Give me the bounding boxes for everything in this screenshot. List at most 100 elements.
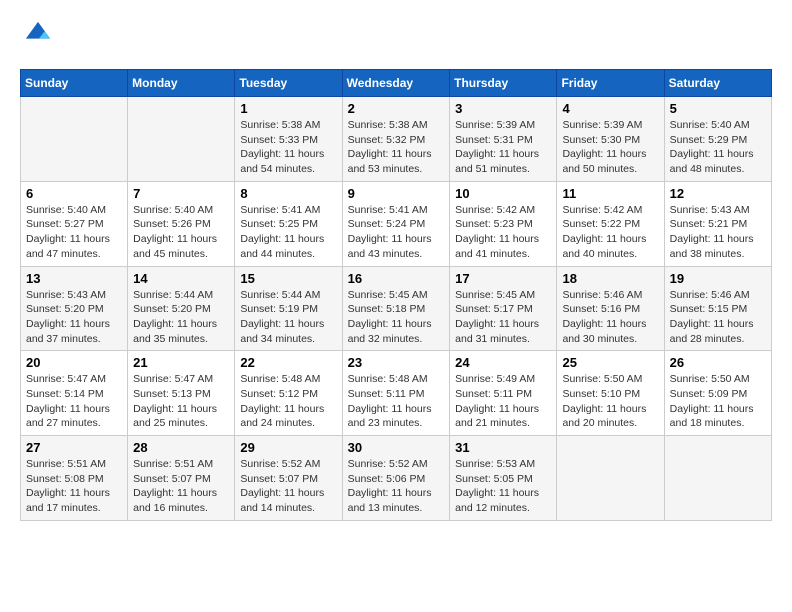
calendar-cell: 28 Sunrise: 5:51 AM Sunset: 5:07 PM Dayli… xyxy=(128,436,235,521)
calendar-cell: 22 Sunrise: 5:48 AM Sunset: 5:12 PM Dayli… xyxy=(235,351,342,436)
calendar-cell xyxy=(664,436,771,521)
col-header-tuesday: Tuesday xyxy=(235,70,342,97)
day-number: 20 xyxy=(26,355,122,370)
day-info: Sunrise: 5:52 AM Sunset: 5:07 PM Dayligh… xyxy=(240,457,336,516)
calendar-cell: 6 Sunrise: 5:40 AM Sunset: 5:27 PM Daylig… xyxy=(21,181,128,266)
day-info: Sunrise: 5:50 AM Sunset: 5:10 PM Dayligh… xyxy=(562,372,658,431)
calendar-cell: 15 Sunrise: 5:44 AM Sunset: 5:19 PM Dayli… xyxy=(235,266,342,351)
calendar-cell: 10 Sunrise: 5:42 AM Sunset: 5:23 PM Dayli… xyxy=(450,181,557,266)
day-info: Sunrise: 5:38 AM Sunset: 5:32 PM Dayligh… xyxy=(348,118,445,177)
day-number: 27 xyxy=(26,440,122,455)
calendar-cell: 13 Sunrise: 5:43 AM Sunset: 5:20 PM Dayli… xyxy=(21,266,128,351)
calendar-cell: 18Sunrise: 5:46 AM Sunset: 5:16 PM Dayli… xyxy=(557,266,664,351)
day-number: 30 xyxy=(348,440,445,455)
day-info: Sunrise: 5:51 AM Sunset: 5:08 PM Dayligh… xyxy=(26,457,122,516)
calendar-cell: 27 Sunrise: 5:51 AM Sunset: 5:08 PM Dayli… xyxy=(21,436,128,521)
day-info: Sunrise: 5:45 AM Sunset: 5:17 PM Dayligh… xyxy=(455,288,551,347)
day-number: 14 xyxy=(133,271,229,286)
day-number: 11 xyxy=(562,186,658,201)
calendar-cell: 25 Sunrise: 5:50 AM Sunset: 5:10 PM Dayli… xyxy=(557,351,664,436)
day-number: 24 xyxy=(455,355,551,370)
calendar-cell: 21 Sunrise: 5:47 AM Sunset: 5:13 PM Dayli… xyxy=(128,351,235,436)
day-number: 3 xyxy=(455,101,551,116)
day-number: 17 xyxy=(455,271,551,286)
day-info: Sunrise: 5:49 AM Sunset: 5:11 PM Dayligh… xyxy=(455,372,551,431)
day-info: Sunrise: 5:51 AM Sunset: 5:07 PM Dayligh… xyxy=(133,457,229,516)
day-number: 9 xyxy=(348,186,445,201)
calendar-cell: 9 Sunrise: 5:41 AM Sunset: 5:24 PM Daylig… xyxy=(342,181,450,266)
day-number: 28 xyxy=(133,440,229,455)
col-header-saturday: Saturday xyxy=(664,70,771,97)
calendar-cell: 16 Sunrise: 5:45 AM Sunset: 5:18 PM Dayli… xyxy=(342,266,450,351)
day-info: Sunrise: 5:38 AM Sunset: 5:33 PM Dayligh… xyxy=(240,118,336,177)
calendar-cell xyxy=(21,97,128,182)
day-info: Sunrise: 5:46 AM Sunset: 5:16 PM Dayligh… xyxy=(562,288,658,347)
day-info: Sunrise: 5:39 AM Sunset: 5:31 PM Dayligh… xyxy=(455,118,551,177)
day-number: 26 xyxy=(670,355,766,370)
day-number: 31 xyxy=(455,440,551,455)
day-number: 8 xyxy=(240,186,336,201)
day-info: Sunrise: 5:45 AM Sunset: 5:18 PM Dayligh… xyxy=(348,288,445,347)
day-number: 6 xyxy=(26,186,122,201)
page-header xyxy=(20,20,772,53)
calendar-cell: 14 Sunrise: 5:44 AM Sunset: 5:20 PM Dayli… xyxy=(128,266,235,351)
day-info: Sunrise: 5:41 AM Sunset: 5:24 PM Dayligh… xyxy=(348,203,445,262)
day-info: Sunrise: 5:42 AM Sunset: 5:23 PM Dayligh… xyxy=(455,203,551,262)
calendar-cell xyxy=(557,436,664,521)
day-info: Sunrise: 5:41 AM Sunset: 5:25 PM Dayligh… xyxy=(240,203,336,262)
calendar-cell: 8 Sunrise: 5:41 AM Sunset: 5:25 PM Daylig… xyxy=(235,181,342,266)
day-info: Sunrise: 5:47 AM Sunset: 5:13 PM Dayligh… xyxy=(133,372,229,431)
col-header-monday: Monday xyxy=(128,70,235,97)
day-number: 15 xyxy=(240,271,336,286)
col-header-thursday: Thursday xyxy=(450,70,557,97)
calendar-cell: 29 Sunrise: 5:52 AM Sunset: 5:07 PM Dayli… xyxy=(235,436,342,521)
day-info: Sunrise: 5:52 AM Sunset: 5:06 PM Dayligh… xyxy=(348,457,445,516)
calendar-cell: 30 Sunrise: 5:52 AM Sunset: 5:06 PM Dayli… xyxy=(342,436,450,521)
calendar-cell: 2 Sunrise: 5:38 AM Sunset: 5:32 PM Daylig… xyxy=(342,97,450,182)
calendar-cell: 5 Sunrise: 5:40 AM Sunset: 5:29 PM Daylig… xyxy=(664,97,771,182)
calendar-cell: 19 Sunrise: 5:46 AM Sunset: 5:15 PM Dayli… xyxy=(664,266,771,351)
day-number: 7 xyxy=(133,186,229,201)
day-info: Sunrise: 5:47 AM Sunset: 5:14 PM Dayligh… xyxy=(26,372,122,431)
col-header-wednesday: Wednesday xyxy=(342,70,450,97)
day-info: Sunrise: 5:40 AM Sunset: 5:26 PM Dayligh… xyxy=(133,203,229,262)
day-info: Sunrise: 5:40 AM Sunset: 5:29 PM Dayligh… xyxy=(670,118,766,177)
day-info: Sunrise: 5:46 AM Sunset: 5:15 PM Dayligh… xyxy=(670,288,766,347)
day-info: Sunrise: 5:53 AM Sunset: 5:05 PM Dayligh… xyxy=(455,457,551,516)
day-info: Sunrise: 5:44 AM Sunset: 5:20 PM Dayligh… xyxy=(133,288,229,347)
day-info: Sunrise: 5:43 AM Sunset: 5:20 PM Dayligh… xyxy=(26,288,122,347)
logo-icon xyxy=(24,20,52,48)
calendar-cell: 12 Sunrise: 5:43 AM Sunset: 5:21 PM Dayli… xyxy=(664,181,771,266)
day-info: Sunrise: 5:39 AM Sunset: 5:30 PM Dayligh… xyxy=(562,118,658,177)
day-number: 21 xyxy=(133,355,229,370)
calendar-cell: 26Sunrise: 5:50 AM Sunset: 5:09 PM Dayli… xyxy=(664,351,771,436)
calendar-cell: 3 Sunrise: 5:39 AM Sunset: 5:31 PM Daylig… xyxy=(450,97,557,182)
calendar-cell: 4 Sunrise: 5:39 AM Sunset: 5:30 PM Daylig… xyxy=(557,97,664,182)
calendar-cell: 23Sunrise: 5:48 AM Sunset: 5:11 PM Dayli… xyxy=(342,351,450,436)
day-number: 29 xyxy=(240,440,336,455)
calendar-cell xyxy=(128,97,235,182)
day-number: 1 xyxy=(240,101,336,116)
day-info: Sunrise: 5:40 AM Sunset: 5:27 PM Dayligh… xyxy=(26,203,122,262)
calendar-cell: 31 Sunrise: 5:53 AM Sunset: 5:05 PM Dayli… xyxy=(450,436,557,521)
calendar-cell: 20 Sunrise: 5:47 AM Sunset: 5:14 PM Dayli… xyxy=(21,351,128,436)
calendar-table: SundayMondayTuesdayWednesdayThursdayFrid… xyxy=(20,69,772,521)
day-info: Sunrise: 5:44 AM Sunset: 5:19 PM Dayligh… xyxy=(240,288,336,347)
logo xyxy=(20,20,52,53)
day-info: Sunrise: 5:48 AM Sunset: 5:12 PM Dayligh… xyxy=(240,372,336,431)
day-info: Sunrise: 5:43 AM Sunset: 5:21 PM Dayligh… xyxy=(670,203,766,262)
day-number: 22 xyxy=(240,355,336,370)
day-number: 12 xyxy=(670,186,766,201)
col-header-friday: Friday xyxy=(557,70,664,97)
day-number: 16 xyxy=(348,271,445,286)
day-number: 2 xyxy=(348,101,445,116)
day-number: 5 xyxy=(670,101,766,116)
day-number: 19 xyxy=(670,271,766,286)
day-number: 4 xyxy=(562,101,658,116)
day-number: 10 xyxy=(455,186,551,201)
day-number: 25 xyxy=(562,355,658,370)
day-number: 13 xyxy=(26,271,122,286)
calendar-cell: 7 Sunrise: 5:40 AM Sunset: 5:26 PM Daylig… xyxy=(128,181,235,266)
calendar-cell: 17 Sunrise: 5:45 AM Sunset: 5:17 PM Dayli… xyxy=(450,266,557,351)
day-info: Sunrise: 5:42 AM Sunset: 5:22 PM Dayligh… xyxy=(562,203,658,262)
